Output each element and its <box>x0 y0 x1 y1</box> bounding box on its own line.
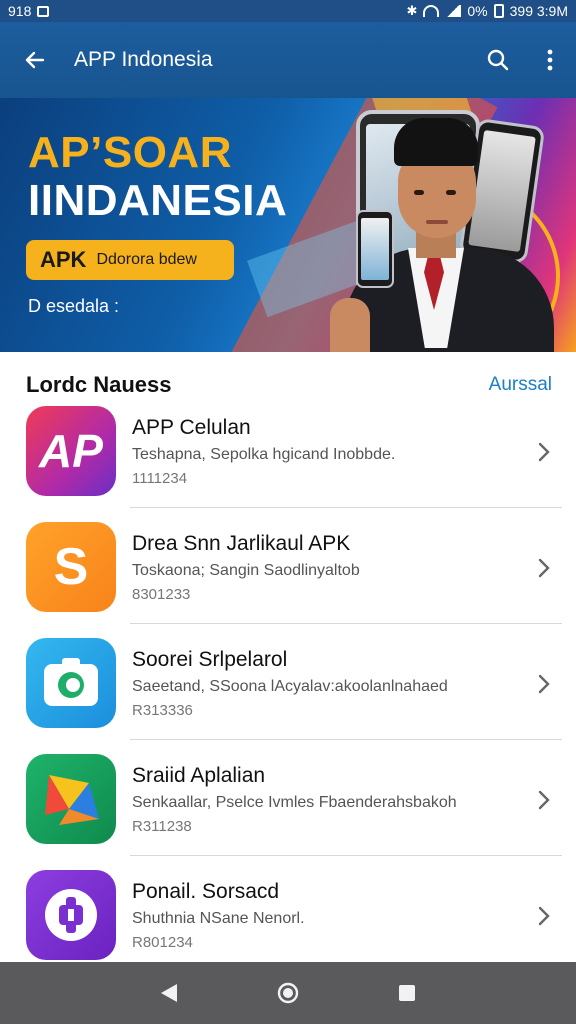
list-item[interactable]: AP APP Celulan Teshapna, Sepolka hgicand… <box>0 392 576 508</box>
banner-description: D esedala : <box>28 296 120 316</box>
system-nav-bar <box>0 962 576 1024</box>
chevron-right-icon <box>538 674 550 694</box>
status-time: 918 <box>8 3 32 19</box>
puzzle-logo-icon <box>26 870 116 960</box>
signal-icon <box>445 5 462 17</box>
banner-apk-label: APK <box>40 247 87 272</box>
banner-apk-button[interactable]: APK Ddorora bdew <box>26 240 234 280</box>
list-item[interactable]: Soorei Srlpelarol Saeetand, SSoona lAcya… <box>0 624 576 740</box>
promo-banner[interactable]: AP’SOAR IINDANESIA APK Ddorora bdew D es… <box>0 98 576 352</box>
status-clock: 399 3:9M <box>509 3 568 19</box>
ap-logo-icon: AP <box>26 406 116 496</box>
app-name: Drea Snn Jarlikaul APK <box>132 532 351 555</box>
banner-title-line1: AP’SOAR <box>28 128 232 177</box>
list-item[interactable]: S Drea Snn Jarlikaul APK Toskaona; Sangi… <box>0 508 576 624</box>
app-description: Saeetand, SSoona lAcyalav:akoolanlnahaed <box>132 678 448 695</box>
search-button[interactable] <box>472 22 524 98</box>
chevron-right-icon <box>538 790 550 810</box>
arrow-left-icon <box>25 51 45 69</box>
camera-logo-icon <box>26 638 116 728</box>
app-meta: 8301233 <box>132 586 191 603</box>
app-meta: 1111234 <box>132 470 188 487</box>
list-item[interactable]: Ponail. Sorsacd Shuthnia NSane Nenorl. R… <box>0 856 576 972</box>
nav-recents-button[interactable] <box>377 963 437 1023</box>
nav-back-button[interactable] <box>139 963 199 1023</box>
more-vert-icon <box>547 49 553 71</box>
banner-title-line2: IINDANESIA <box>28 176 288 225</box>
app-name: Soorei Srlpelarol <box>132 648 288 671</box>
notification-icon <box>37 5 50 17</box>
bluetooth-icon: ✱ <box>406 3 418 18</box>
app-bar: APP Indonesia <box>0 22 576 98</box>
app-name: APP Celulan <box>132 416 251 439</box>
more-options-button[interactable] <box>524 22 576 98</box>
app-description: Shuthnia NSane Nenorl. <box>132 910 305 927</box>
circle-home-icon <box>277 982 299 1004</box>
app-description: Teshapna, Sepolka hgicand Inobbde. <box>132 446 396 463</box>
triangle-logo-icon <box>26 754 116 844</box>
chevron-right-icon <box>538 906 550 926</box>
back-button[interactable] <box>0 22 70 98</box>
square-recents-icon <box>398 985 415 1001</box>
app-description: Senkaallar, Pselce Ivmles Fbaenderahsbak… <box>132 794 457 811</box>
nav-home-button[interactable] <box>258 963 318 1023</box>
letter-s-logo-icon: S <box>26 522 116 612</box>
phone-illustration <box>356 210 394 288</box>
app-meta: R801234 <box>132 934 193 951</box>
page-title: APP Indonesia <box>74 48 213 71</box>
app-list: AP APP Celulan Teshapna, Sepolka hgicand… <box>0 392 576 972</box>
banner-pill-text: Ddorora bdew <box>96 251 197 268</box>
search-icon <box>487 49 509 71</box>
chevron-right-icon <box>538 558 550 578</box>
list-item[interactable]: Sraiid Aplalian Senkaallar, Pselce Ivmle… <box>0 740 576 856</box>
status-percent: 0% <box>467 3 488 19</box>
app-description: Toskaona; Sangin Saodlinyaltob <box>132 562 360 579</box>
triangle-back-icon <box>161 984 178 1002</box>
app-meta: R311238 <box>132 818 192 835</box>
app-meta: R313336 <box>132 702 193 719</box>
wifi-icon <box>423 5 440 17</box>
chevron-right-icon <box>538 442 550 462</box>
battery-icon <box>493 4 504 18</box>
app-name: Ponail. Sorsacd <box>132 880 280 903</box>
status-bar: 918 ✱ 0% 399 3:9M <box>0 0 576 22</box>
app-name: Sraiid Aplalian <box>132 764 266 787</box>
